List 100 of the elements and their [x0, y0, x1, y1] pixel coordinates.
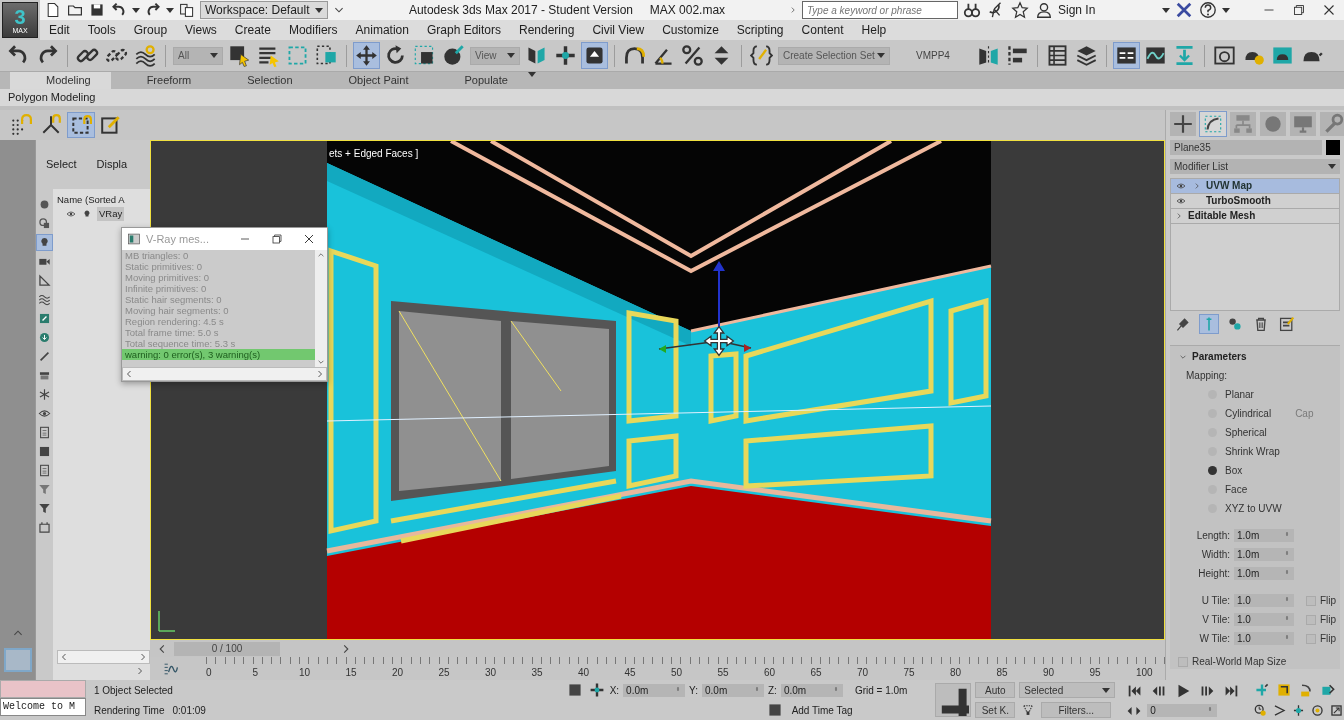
modifier-list-dropdown[interactable]: Modifier List	[1170, 159, 1340, 174]
radio-label[interactable]: XYZ to UVW	[1225, 501, 1282, 516]
toolbar-dropdown[interactable]: All	[173, 46, 223, 65]
caret-icon[interactable]	[1222, 7, 1230, 13]
toolbar-dropdown[interactable]: View	[470, 46, 520, 65]
radio-button[interactable]	[1208, 466, 1217, 475]
time-slider-thumb[interactable]: 0 / 100	[174, 641, 280, 656]
radio-label[interactable]: Planar	[1225, 387, 1254, 402]
caret-icon	[1328, 164, 1336, 169]
window-icon[interactable]	[126, 231, 142, 247]
frame-number: 90	[1043, 666, 1056, 680]
radio-label[interactable]: Cylindrical	[1225, 406, 1272, 421]
menu-item[interactable]: Graph Editors	[417, 20, 510, 40]
caret-icon[interactable]	[132, 7, 140, 13]
menu-item[interactable]: Views	[176, 20, 226, 40]
number-spinner[interactable]: 1.0m	[1234, 567, 1294, 580]
vertical-scrollbar[interactable]	[315, 250, 327, 367]
snowflake-icon[interactable]	[37, 386, 52, 402]
document-icon[interactable]	[37, 424, 52, 440]
caret-icon[interactable]	[1162, 7, 1170, 13]
time-tag-link[interactable]: Add Time Tag	[791, 702, 853, 718]
ribbon-panel-tab[interactable]: Polygon Modeling	[8, 91, 96, 103]
coordinate-field[interactable]: 0.0m	[623, 683, 686, 697]
column-header[interactable]: Name (Sorted A	[57, 188, 150, 207]
workspace-dropdown[interactable]: Workspace: Default	[200, 1, 328, 19]
viewport-label[interactable]: ets + Edged Faces ]	[329, 146, 419, 161]
number-spinner[interactable]: 1.0m	[1234, 529, 1294, 542]
bulb-icon[interactable]	[37, 234, 52, 250]
maxscript-output-field[interactable]: Welcome to M	[0, 698, 86, 716]
flip-checkbox[interactable]	[1306, 595, 1316, 606]
sign-in-link[interactable]: Sign In	[1058, 1, 1158, 19]
document-icon[interactable]	[37, 462, 52, 478]
horizontal-scrollbar[interactable]	[57, 649, 150, 664]
checkbox-label: Flip	[1320, 594, 1337, 608]
star-icon[interactable]	[1010, 0, 1030, 20]
menu-item[interactable]: Customize	[653, 20, 728, 40]
number-spinner[interactable]: 1.0	[1234, 594, 1294, 607]
checkbox[interactable]	[1178, 656, 1188, 667]
menu-item[interactable]: Modifiers	[279, 20, 347, 40]
menu-item[interactable]: Content	[792, 20, 853, 40]
user-icon[interactable]	[1034, 0, 1054, 20]
number-spinner[interactable]: 1.0	[1234, 613, 1294, 626]
ribbon-tab[interactable]: Object Paint	[312, 72, 429, 89]
maxscript-input-field[interactable]	[0, 680, 86, 698]
explorer-tab[interactable]: Select	[36, 156, 87, 173]
help-icon[interactable]	[1198, 0, 1218, 20]
coordinate-field[interactable]: 0.0m	[702, 683, 764, 697]
shapes-icon[interactable]	[37, 215, 52, 231]
coordinate-field[interactable]: 0.0m	[780, 683, 843, 697]
frame-icon[interactable]	[37, 519, 52, 535]
key-filter-dropdown[interactable]: Selected	[1019, 682, 1116, 698]
radio-label[interactable]: Shrink Wrap	[1225, 444, 1280, 459]
set-key-button[interactable]: Set K.	[975, 702, 1016, 718]
modifier-stack-item[interactable]: TurboSmooth	[1171, 194, 1339, 209]
menu-item[interactable]: Tools	[78, 20, 125, 40]
move-gizmo-icon[interactable]	[658, 261, 752, 357]
frame-field[interactable]: 0	[1147, 704, 1218, 717]
pin-icon[interactable]	[1174, 315, 1192, 333]
number-spinner[interactable]: 1.0m	[1234, 548, 1294, 561]
selection-box-icon[interactable]	[68, 113, 94, 137]
ribbon-tab[interactable]: Modeling	[10, 72, 111, 89]
scene-object-name[interactable]: VRay	[97, 206, 125, 221]
menu-item[interactable]: Animation	[346, 20, 418, 40]
flip-checkbox[interactable]	[1306, 633, 1316, 644]
modifier-stack-item[interactable]: Editable Mesh	[1171, 209, 1339, 224]
horizontal-scrollbar[interactable]	[122, 367, 327, 381]
triangle-icon[interactable]	[37, 272, 52, 288]
object-color-swatch[interactable]	[1326, 140, 1340, 155]
frame-number: 95	[1089, 666, 1102, 680]
auto-key-button[interactable]: Auto	[975, 682, 1016, 698]
radio-label[interactable]: Spherical	[1225, 425, 1267, 440]
explorer-tab[interactable]: Displa	[86, 156, 138, 173]
menu-item[interactable]: Rendering	[510, 20, 584, 40]
rollout-title[interactable]: Parameters	[1192, 349, 1247, 364]
percent-snap-icon[interactable]	[680, 43, 705, 68]
menu-item[interactable]: Civil View	[583, 20, 654, 40]
ribbon-tab[interactable]: Freeform	[110, 72, 212, 89]
ribbon-tab[interactable]: Selection	[211, 72, 313, 89]
menu-item[interactable]: Help	[852, 20, 896, 40]
radio-label[interactable]: Box	[1225, 463, 1243, 478]
flip-checkbox[interactable]	[1306, 614, 1316, 625]
search-field[interactable]: Type a keyword or phrase	[802, 1, 958, 19]
object-name-field[interactable]: Plane35	[1170, 140, 1322, 155]
move-icon[interactable]	[354, 43, 379, 68]
filters-button[interactable]: Filters...	[1041, 702, 1112, 718]
frame-number: 5	[252, 666, 260, 680]
modifier-stack-item[interactable]: UVW Map	[1171, 179, 1339, 194]
ribbon-tab[interactable]: Populate	[428, 72, 528, 89]
number-spinner[interactable]: 1.0	[1234, 632, 1294, 645]
save-icon[interactable]	[88, 1, 106, 19]
menu-item[interactable]: Group	[124, 20, 177, 40]
x-logo-icon[interactable]	[1174, 0, 1194, 20]
radio-label[interactable]: Face	[1225, 482, 1248, 497]
select-object-icon[interactable]	[227, 43, 252, 68]
create-icon[interactable]	[1170, 112, 1196, 136]
menu-item[interactable]: Scripting	[727, 20, 793, 40]
menu-item[interactable]: Create	[225, 20, 280, 40]
caret-icon[interactable]	[166, 7, 174, 13]
menu-item[interactable]: Edit	[40, 20, 79, 40]
toolbar-dropdown[interactable]: Create Selection Set	[778, 46, 890, 65]
